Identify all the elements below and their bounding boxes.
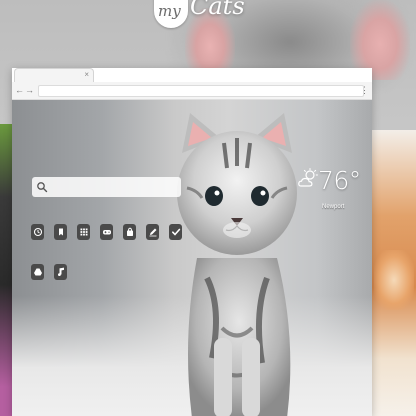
history-icon[interactable]	[31, 224, 44, 240]
kitten-wallpaper	[177, 113, 297, 416]
menu-dots-icon[interactable]: ⋮	[360, 85, 369, 95]
browser-tab[interactable]: ×	[14, 68, 94, 82]
search-box[interactable]	[32, 177, 181, 197]
sleeping-kitten	[374, 250, 414, 310]
browser-window: × ← → ⋮ 76° Newport	[12, 68, 372, 416]
search-input[interactable]	[50, 179, 176, 195]
side-photo-right	[372, 130, 416, 416]
partly-cloudy-icon	[298, 168, 318, 187]
apps-grid-icon[interactable]	[77, 224, 90, 240]
new-tab-page: 76° Newport	[12, 100, 372, 416]
address-bar[interactable]	[38, 85, 364, 97]
check-icon[interactable]	[169, 224, 182, 240]
browser-toolbar: ← → ⋮	[12, 82, 372, 100]
tab-close-icon[interactable]: ×	[84, 70, 89, 80]
edit-pen-icon[interactable]	[146, 224, 159, 240]
logo-name: Cats	[190, 0, 245, 20]
search-icon[interactable]	[36, 181, 48, 193]
temperature-value: 76°	[318, 166, 361, 195]
gamepad-icon[interactable]	[100, 224, 113, 240]
drive-icon[interactable]	[31, 264, 44, 280]
music-note-icon[interactable]	[54, 264, 67, 280]
forward-arrow-icon[interactable]: →	[25, 85, 34, 95]
side-photo-left	[0, 124, 12, 416]
my-cats-logo: my Cats	[150, 0, 270, 36]
weather-city: Newport	[322, 204, 345, 210]
back-arrow-icon[interactable]: ←	[15, 85, 24, 95]
weather-widget[interactable]: 76° Newport	[298, 166, 368, 216]
logo-prefix: my	[158, 2, 181, 20]
bookmark-icon[interactable]	[54, 224, 67, 240]
store-bag-icon[interactable]	[123, 224, 136, 240]
